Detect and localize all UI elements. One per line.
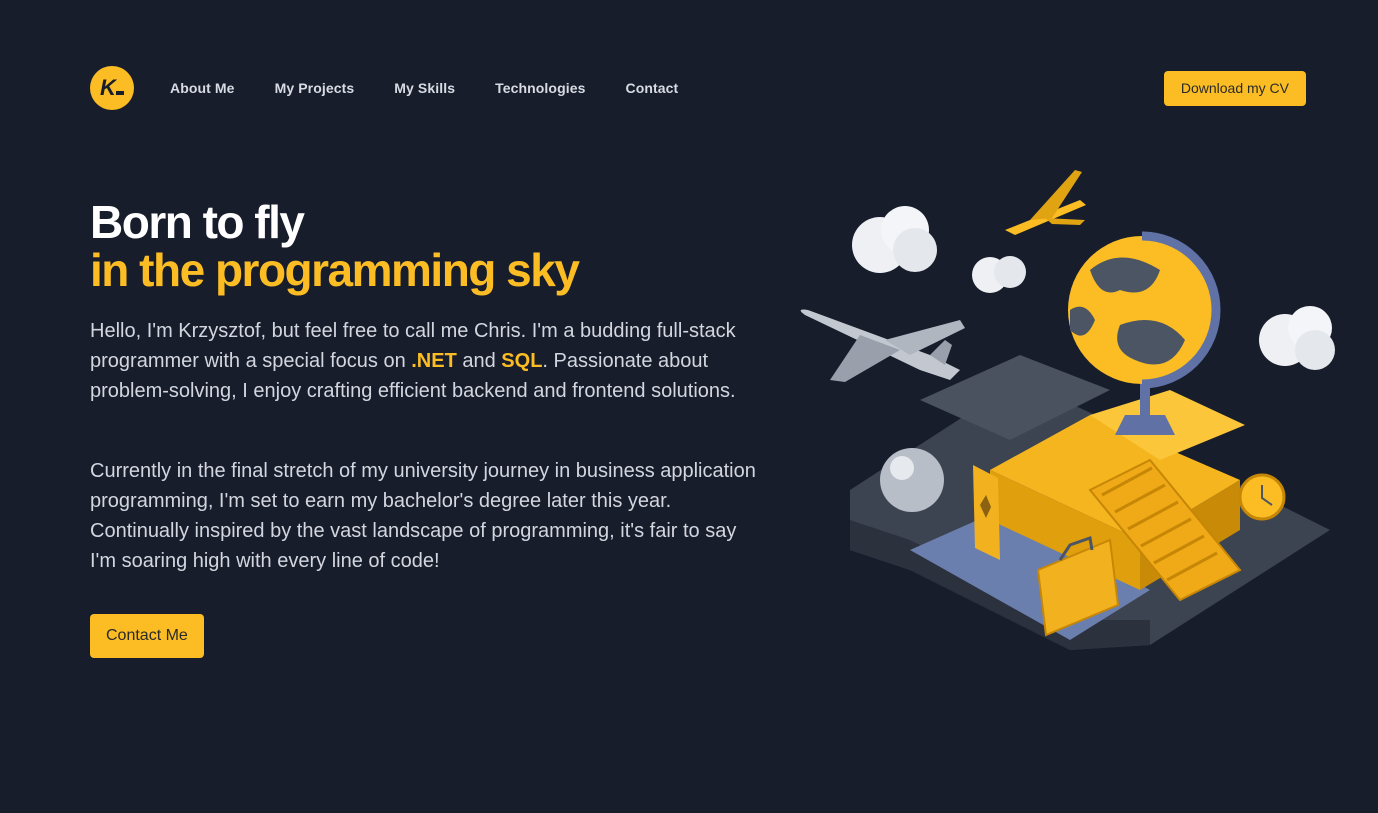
education-paragraph: Currently in the final stretch of my uni…: [90, 460, 756, 572]
hero-illustration: [800, 170, 1335, 650]
nav-links: About Me My Projects My Skills Technolog…: [170, 80, 718, 96]
nav-link-my-projects[interactable]: My Projects: [275, 80, 355, 96]
contact-me-button[interactable]: Contact Me: [90, 614, 204, 658]
hero-title: Born to fly in the programming sky: [90, 196, 580, 296]
nav-link-about-me[interactable]: About Me: [170, 80, 235, 96]
nav-link-my-skills[interactable]: My Skills: [394, 80, 455, 96]
nav-link-contact[interactable]: Contact: [626, 80, 679, 96]
logo[interactable]: K: [90, 66, 134, 110]
sphere-icon: [880, 448, 944, 512]
airplane-icon: [800, 309, 965, 382]
hero-title-line1: Born to fly: [90, 196, 305, 248]
hero-title-line2: in the programming sky: [90, 244, 580, 296]
sql-highlight: SQL: [501, 350, 543, 372]
dotnet-highlight: .NET: [411, 350, 457, 372]
download-cv-button[interactable]: Download my CV: [1163, 70, 1306, 106]
airplane-icon: [1005, 170, 1086, 235]
logo-letter: K: [100, 75, 116, 100]
intro-text-2: and: [456, 350, 502, 372]
clock-icon: [1238, 473, 1286, 521]
nav-link-technologies[interactable]: Technologies: [495, 80, 585, 96]
ticket-icon: [973, 465, 1000, 560]
sphere-highlight: [890, 456, 914, 480]
top-navbar: K About Me My Projects My Skills Technol…: [90, 66, 1306, 110]
intro-paragraph: Hello, I'm Krzysztof, but feel free to c…: [90, 316, 760, 406]
